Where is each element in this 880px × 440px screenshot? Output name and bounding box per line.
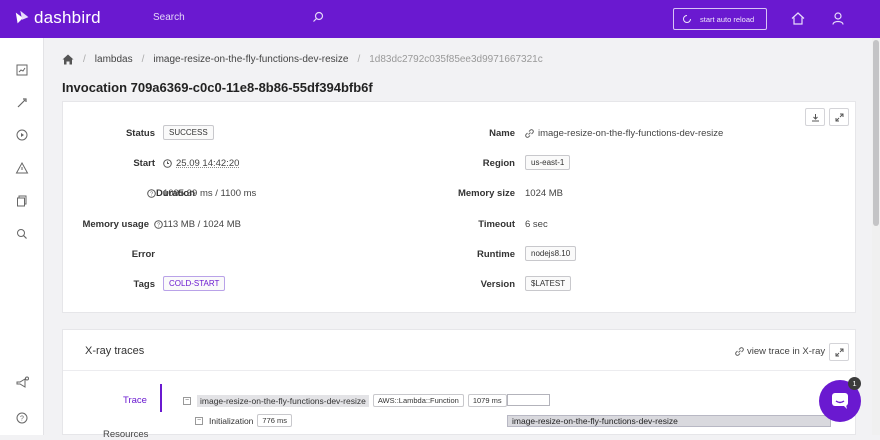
error-label: Error bbox=[131, 249, 155, 260]
xray-expand-button[interactable] bbox=[829, 343, 849, 361]
svg-text:?: ? bbox=[20, 416, 24, 423]
expand-button[interactable] bbox=[829, 108, 849, 126]
page-title: Invocation 709a6369-c0c0-11e8-8b86-55df3… bbox=[62, 80, 373, 95]
home-icon[interactable] bbox=[791, 12, 805, 25]
region-label: Region bbox=[482, 158, 515, 169]
start-time[interactable]: 25.09 14:42:20 bbox=[176, 158, 239, 169]
view-trace-label: view trace in X-ray bbox=[747, 346, 826, 357]
memory-size-label: Memory size bbox=[457, 188, 515, 199]
start-value: 25.09 14:42:20 bbox=[163, 158, 239, 169]
region-value: us-east-1 bbox=[525, 155, 571, 170]
app-name: dashbird bbox=[34, 8, 101, 27]
rocket-icon[interactable] bbox=[15, 96, 29, 110]
function-name-link[interactable]: image-resize-on-the-fly-functions-dev-re… bbox=[538, 128, 723, 139]
tags-value: COLD-START bbox=[163, 276, 226, 291]
search-icon[interactable] bbox=[15, 227, 29, 241]
logo[interactable]: dashbird bbox=[14, 8, 101, 28]
version-label: Version bbox=[480, 279, 515, 290]
expand-icon bbox=[835, 113, 843, 121]
megaphone-icon[interactable] bbox=[15, 376, 29, 390]
chart-icon[interactable] bbox=[15, 63, 29, 77]
clock-icon bbox=[163, 159, 172, 168]
memory-size-value: 1024 MB bbox=[525, 188, 564, 199]
refresh-icon bbox=[683, 15, 691, 23]
timeout-label: Timeout bbox=[478, 219, 515, 230]
chat-icon bbox=[832, 393, 848, 409]
alert-icon[interactable] bbox=[15, 161, 29, 175]
trace-tree-row-root[interactable]: − image-resize-on-the-fly-functions-dev-… bbox=[183, 394, 507, 407]
trace-node-type: AWS::Lambda::Function bbox=[372, 394, 464, 407]
tags-label: Tags bbox=[133, 279, 155, 290]
help-icon[interactable]: ? bbox=[147, 189, 156, 198]
collapse-toggle[interactable]: − bbox=[183, 396, 191, 405]
scrollbar[interactable] bbox=[872, 38, 880, 435]
runtime-badge: nodejs8.10 bbox=[525, 246, 577, 261]
search-input[interactable]: Search bbox=[153, 12, 185, 23]
duration-value: 1095.39 ms / 1100 ms bbox=[163, 188, 257, 199]
side-nav: ? bbox=[0, 38, 44, 435]
tag-badge[interactable]: COLD-START bbox=[163, 276, 226, 291]
scrollbar-thumb[interactable] bbox=[873, 40, 879, 226]
runtime-label: Runtime bbox=[477, 249, 515, 260]
runtime-value: nodejs8.10 bbox=[525, 246, 577, 261]
version-value: $LATEST bbox=[525, 276, 572, 291]
xray-traces-card: X-ray traces view trace in X-ray Trace R… bbox=[62, 329, 857, 440]
link-icon bbox=[525, 129, 534, 138]
user-icon[interactable] bbox=[832, 12, 844, 25]
name-value: image-resize-on-the-fly-functions-dev-re… bbox=[525, 128, 723, 139]
breadcrumb-item-function[interactable]: image-resize-on-the-fly-functions-dev-re… bbox=[153, 54, 348, 65]
svg-text:?: ? bbox=[150, 192, 153, 198]
region-badge: us-east-1 bbox=[525, 155, 571, 170]
card-actions bbox=[805, 108, 849, 126]
link-icon bbox=[735, 347, 744, 356]
start-label: Start bbox=[133, 158, 155, 169]
breadcrumb: / lambdas / image-resize-on-the-fly-func… bbox=[62, 54, 543, 65]
copy-icon[interactable] bbox=[15, 194, 29, 208]
name-label: Name bbox=[489, 128, 515, 139]
memory-usage-label: Memory usage bbox=[82, 219, 149, 230]
memory-usage-value: 113 MB / 1024 MB bbox=[163, 219, 241, 230]
status-value: SUCCESS bbox=[163, 125, 214, 140]
top-bar: dashbird Search start auto reload bbox=[0, 0, 880, 38]
expand-icon bbox=[835, 348, 843, 356]
status-label: Status bbox=[125, 128, 155, 139]
version-badge: $LATEST bbox=[525, 276, 572, 291]
tab-trace[interactable]: Trace bbox=[123, 395, 147, 406]
view-trace-link[interactable]: view trace in X-ray bbox=[735, 346, 825, 357]
timeline-bar-label: image-resize-on-the-fly-functions-dev-re… bbox=[507, 415, 831, 427]
trace-node-duration: 776 ms bbox=[257, 414, 293, 427]
invocation-details-card: Status SUCCESS Start 25.09 14:42:20 Dura… bbox=[62, 101, 856, 313]
xray-title: X-ray traces bbox=[85, 345, 145, 357]
trace-node-duration: 1079 ms bbox=[467, 394, 507, 407]
timeline-bar-root bbox=[507, 394, 550, 406]
download-icon bbox=[811, 113, 819, 121]
trace-tree-row-initialization[interactable]: − Initialization 776 ms bbox=[195, 414, 293, 427]
notification-badge: 1 bbox=[848, 377, 861, 390]
status-badge: SUCCESS bbox=[163, 125, 214, 140]
auto-reload-label: start auto reload bbox=[700, 14, 755, 24]
search-icon[interactable] bbox=[312, 11, 324, 23]
svg-text:?: ? bbox=[157, 223, 160, 229]
breadcrumb-separator: / bbox=[357, 54, 361, 65]
help-icon[interactable]: ? bbox=[15, 411, 29, 425]
divider bbox=[63, 370, 857, 371]
active-tab-indicator bbox=[160, 384, 162, 412]
timeout-value: 6 sec bbox=[525, 219, 548, 230]
play-icon[interactable] bbox=[15, 128, 29, 142]
trace-node-name: Initialization bbox=[209, 415, 254, 426]
breadcrumb-separator: / bbox=[141, 54, 145, 65]
breadcrumb-item-request: 1d83dc2792c035f85ee3d9971667321c bbox=[369, 54, 543, 65]
dashbird-logo-icon bbox=[15, 10, 29, 24]
breadcrumb-item-lambdas[interactable]: lambdas bbox=[95, 54, 133, 65]
breadcrumb-separator: / bbox=[83, 54, 86, 65]
collapse-toggle[interactable]: − bbox=[195, 416, 203, 425]
auto-reload-button[interactable]: start auto reload bbox=[673, 8, 767, 30]
home-icon[interactable] bbox=[62, 54, 74, 65]
help-icon[interactable]: ? bbox=[154, 220, 163, 229]
download-button[interactable] bbox=[805, 108, 825, 126]
trace-node-name: image-resize-on-the-fly-functions-dev-re… bbox=[197, 394, 369, 407]
